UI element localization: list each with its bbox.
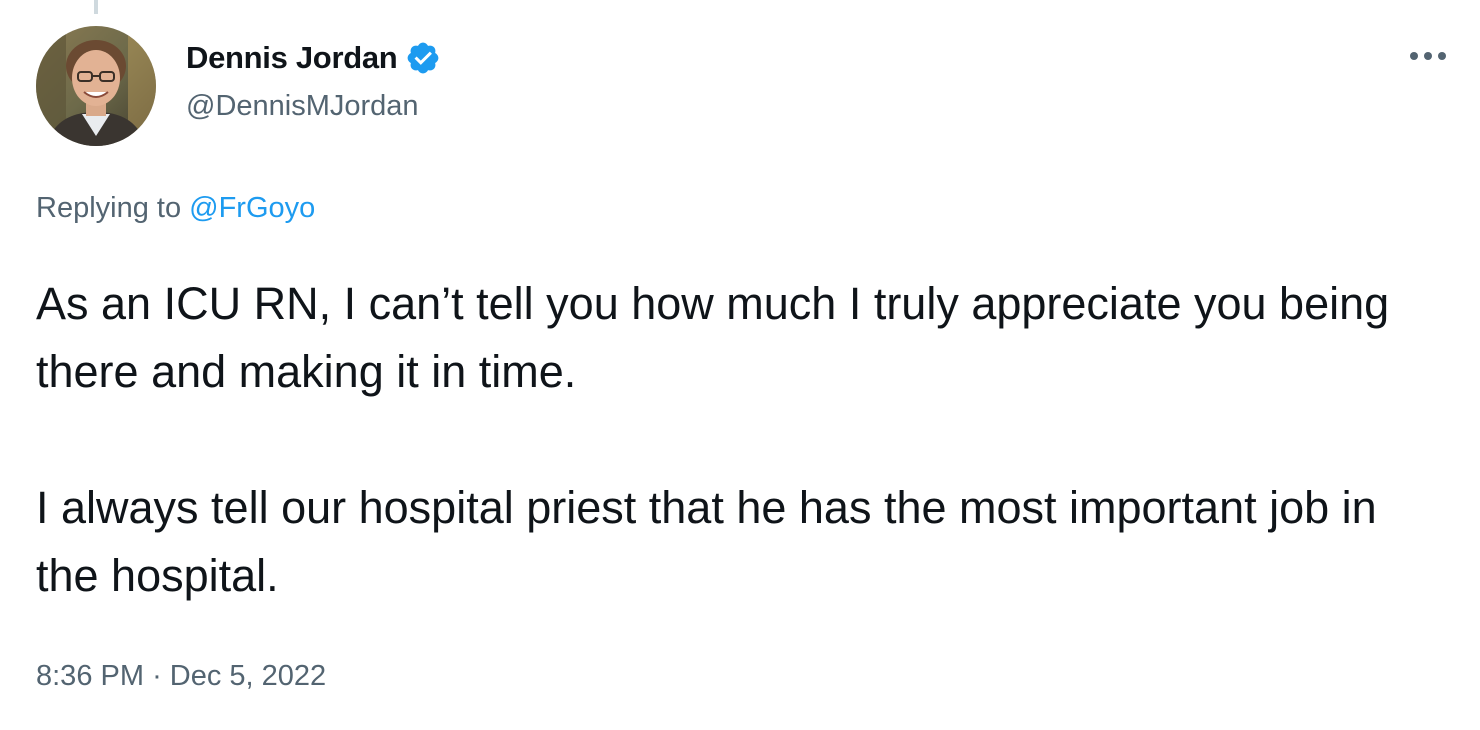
meta-separator: · [152,660,162,692]
replying-to-line: Replying to @FrGoyo [36,192,315,225]
more-dots-icon [1410,52,1446,60]
author-display-name[interactable]: Dennis Jordan [186,40,398,76]
reply-mention-link[interactable]: @FrGoyo [189,192,315,224]
replying-to-label: Replying to [36,192,182,224]
tweet-paragraph: As an ICU RN, I can’t tell you how much … [36,278,1390,397]
author-handle[interactable]: @DennisMJordan [186,90,419,123]
thread-connector-line [94,0,98,14]
tweet-paragraph: I always tell our hospital priest that h… [36,482,1377,601]
tweet-time[interactable]: 8:36 PM [36,660,144,692]
tweet-timestamp[interactable]: 8:36 PM · Dec 5, 2022 [36,660,326,693]
tweet-date[interactable]: Dec 5, 2022 [170,660,326,692]
more-options-icon[interactable] [1404,36,1452,76]
avatar[interactable] [36,26,156,146]
tweet-text: As an ICU RN, I can’t tell you how much … [36,270,1436,610]
verified-badge-icon [408,42,439,74]
author-name-row[interactable]: Dennis Jordan [186,38,441,78]
profile-photo-icon [36,26,156,146]
